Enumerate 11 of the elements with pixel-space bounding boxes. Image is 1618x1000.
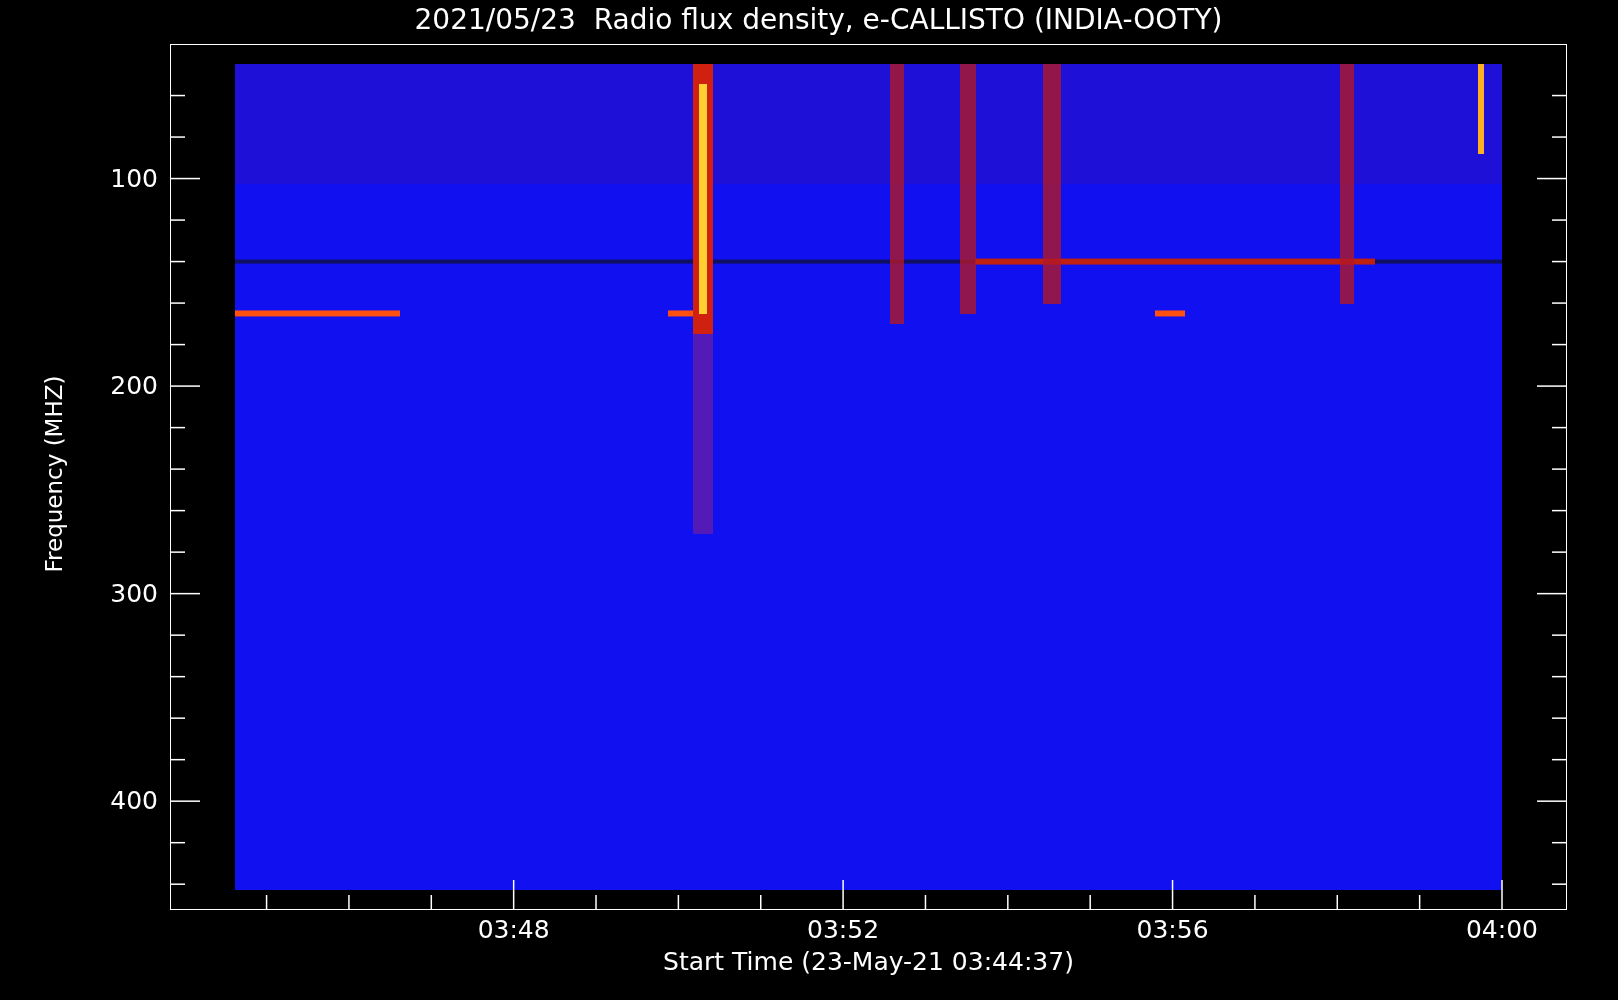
- tick-label: 04:00: [1464, 914, 1539, 946]
- tick-label: 03:56: [1135, 914, 1210, 946]
- tick-label: 03:48: [476, 914, 551, 946]
- axis-label: Frequency (MHZ): [41, 375, 67, 573]
- tick-label: 200: [110, 370, 158, 403]
- axis-label: Start Time (23-May-21 03:44:37): [662, 946, 1075, 978]
- tick-label: 03:52: [806, 914, 881, 946]
- chart-title: 2021/05/23 Radio flux density, e-CALLISTO (INDIA-OOTY): [413, 2, 1223, 38]
- tick-label: 400: [110, 785, 158, 818]
- tick-label: 300: [110, 577, 158, 610]
- tick-label: 100: [110, 162, 158, 195]
